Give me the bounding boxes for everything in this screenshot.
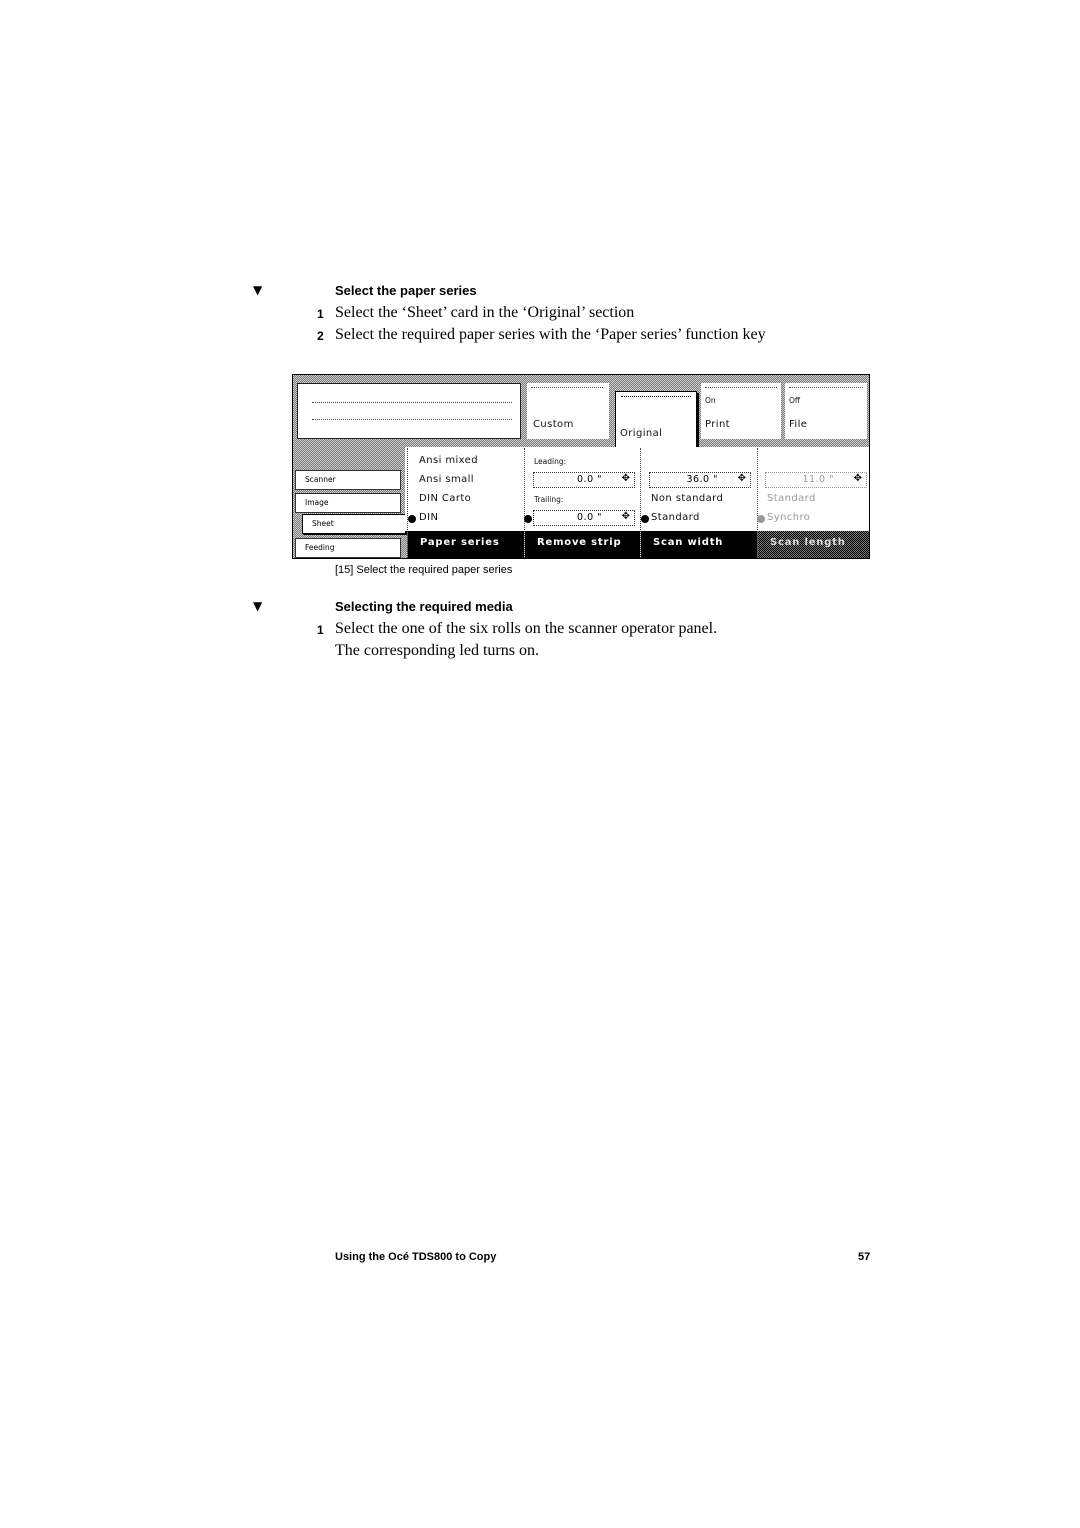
trailing-label: Trailing: [534,495,564,504]
print-card-label: Print [705,419,731,430]
step-text: Select the required paper series with th… [335,326,766,343]
paper-series-key[interactable]: Paper series [408,531,524,558]
remove-strip-key[interactable]: Remove strip [525,531,640,558]
tab-sheet[interactable]: Sheet [302,514,406,534]
step-text: Select the one of the six rolls on the s… [335,620,718,637]
info-card [297,383,521,439]
step-continuation: The corresponding led turns on. [335,642,539,659]
trailing-field[interactable]: 0.0 " ✥ [533,510,635,526]
scan-width-value: 36.0 " [686,474,718,485]
original-card-label: Original [620,428,663,439]
step-number: 1 [317,307,324,321]
step-number: 1 [317,623,324,637]
scan-length-option-selected: Synchro [767,512,811,523]
scan-width-option-selected[interactable]: Standard [651,512,700,523]
dotted-line [531,387,603,388]
selected-bullet-icon [408,515,416,523]
file-card-label: File [789,419,808,430]
scan-width-key[interactable]: Scan width [641,531,757,558]
scanner-control-panel: Custom Original On Print Off File Scanne… [292,374,870,559]
selected-bullet-icon [524,515,532,523]
custom-card[interactable]: Custom [527,383,609,439]
scan-width-option[interactable]: Non standard [651,493,723,504]
scan-length-key: Scan length [758,531,869,558]
move-arrows-icon[interactable]: ✥ [738,473,746,484]
file-card[interactable]: Off File [785,383,867,439]
tab-scanner[interactable]: Scanner [295,470,401,490]
move-arrows-icon: ✥ [853,473,862,484]
scan-width-field[interactable]: 36.0 " ✥ [649,472,751,488]
dotted-line [312,419,512,420]
selected-bullet-icon [641,515,649,523]
tab-feeding[interactable]: Feeding [295,538,401,558]
step-number: 2 [317,329,324,343]
move-arrows-icon[interactable]: ✥ [622,473,630,484]
dotted-line [705,387,777,388]
move-arrows-icon[interactable]: ✥ [622,511,630,522]
paper-series-option-selected[interactable]: DIN [419,512,438,523]
original-card[interactable]: Original [615,391,697,449]
section-heading: Selecting the required media [335,599,513,614]
leading-label: Leading: [534,457,567,466]
section-heading: Select the paper series [335,283,477,298]
file-status: Off [789,396,801,405]
scan-length-value: 11.0 " [802,474,834,485]
figure-caption: [15] Select the required paper series [335,564,513,576]
print-card[interactable]: On Print [701,383,781,439]
dotted-line [312,402,512,403]
page-number: 57 [858,1251,871,1263]
tab-image[interactable]: Image [295,493,401,513]
paper-series-option[interactable]: DIN Carto [419,493,471,504]
trailing-value: 0.0 " [577,512,602,523]
scan-length-field: 11.0 " ✥ [765,472,867,488]
down-triangle-icon: ▼ [253,599,263,613]
selected-bullet-icon [757,515,765,523]
footer-title: Using the Océ TDS800 to Copy [335,1251,497,1263]
paper-series-option[interactable]: Ansi small [419,474,474,485]
leading-value: 0.0 " [577,474,602,485]
leading-field[interactable]: 0.0 " ✥ [533,472,635,488]
print-status: On [705,396,716,405]
down-triangle-icon: ▼ [253,283,263,297]
custom-card-label: Custom [533,419,574,430]
dotted-line [621,396,691,397]
dotted-line [789,387,863,388]
step-text: Select the ‘Sheet’ card in the ‘Original… [335,304,635,321]
paper-series-option[interactable]: Ansi mixed [419,455,478,466]
scan-length-option: Standard [767,493,816,504]
